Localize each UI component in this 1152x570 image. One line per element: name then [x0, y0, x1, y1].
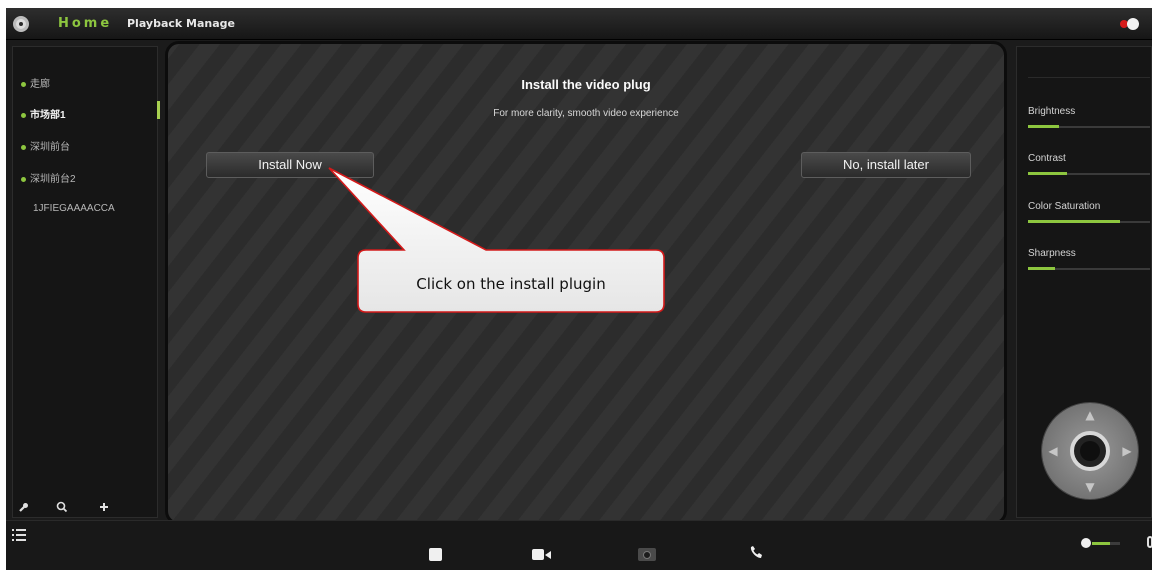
volume-icon[interactable]: [1081, 538, 1091, 548]
install-now-button[interactable]: Install Now: [206, 152, 374, 178]
device-label: 深圳前台: [30, 142, 70, 153]
brightness-label: Brightness: [1028, 106, 1076, 117]
clip-icon[interactable]: [1147, 536, 1152, 548]
panel-divider: [1028, 77, 1150, 78]
settings-icon[interactable]: [1127, 18, 1139, 30]
contrast-slider[interactable]: [1028, 172, 1150, 175]
snapshot-icon[interactable]: [638, 548, 656, 561]
volume-control[interactable]: [1081, 538, 1129, 552]
arrow-down-icon[interactable]: ▼: [1084, 481, 1096, 493]
sharpness-label: Sharpness: [1028, 248, 1076, 259]
nav-home[interactable]: Home: [58, 16, 112, 31]
record-icon[interactable]: [532, 548, 552, 561]
wrench-icon[interactable]: [16, 501, 32, 517]
plugin-title: Install the video plug: [521, 77, 651, 92]
window-controls[interactable]: [1120, 18, 1144, 30]
device-item[interactable]: 1JFIEGAAAACCA: [33, 203, 115, 214]
app-logo-icon: [13, 16, 29, 32]
device-toolbar: [12, 501, 158, 521]
device-item[interactable]: 深圳前台: [21, 138, 70, 153]
ptz-center-button[interactable]: [1070, 431, 1110, 471]
saturation-slider[interactable]: [1028, 220, 1150, 223]
stop-icon[interactable]: [429, 548, 442, 561]
saturation-label: Color Saturation: [1028, 201, 1101, 212]
saturation-fill: [1028, 220, 1120, 223]
zoom-in-icon[interactable]: [54, 501, 70, 517]
callout-text: Click on the install plugin: [416, 275, 606, 293]
device-label: 深圳前台2: [30, 174, 76, 185]
online-dot-icon: [21, 112, 26, 118]
plugin-subtitle: For more clarity, smooth video experienc…: [493, 108, 679, 119]
nav-playback-manage[interactable]: Playback Manage: [127, 17, 235, 30]
volume-fill: [1092, 542, 1111, 545]
menu-icon[interactable]: [12, 529, 26, 541]
bottom-toolbar: [6, 520, 1152, 570]
device-list-panel: 走廊 市场部1 深圳前台 深圳前台2 1JFIEGAAAACCA: [12, 46, 160, 518]
plus-icon[interactable]: [96, 501, 112, 517]
online-dot-icon: [21, 176, 26, 182]
arrow-left-icon[interactable]: ◀: [1047, 445, 1059, 457]
device-label: 市场部1: [30, 110, 66, 121]
brightness-slider[interactable]: [1028, 125, 1150, 128]
brightness-fill: [1028, 125, 1059, 128]
ptz-control: ▲ ▼ ◀ ▶: [1042, 403, 1138, 499]
selection-indicator: [157, 101, 160, 119]
arrow-right-icon[interactable]: ▶: [1121, 445, 1133, 457]
sharpness-slider[interactable]: [1028, 267, 1150, 270]
arrow-up-icon[interactable]: ▲: [1084, 409, 1096, 421]
volume-slider[interactable]: [1092, 542, 1120, 545]
online-dot-icon: [21, 144, 26, 150]
online-dot-icon: [21, 81, 26, 87]
contrast-fill: [1028, 172, 1068, 175]
talk-icon[interactable]: [748, 545, 764, 561]
sharpness-fill: [1028, 267, 1055, 270]
device-item[interactable]: 市场部1: [21, 106, 66, 121]
device-item[interactable]: 走廊: [21, 75, 50, 90]
device-item[interactable]: 深圳前台2: [21, 170, 76, 185]
install-later-button[interactable]: No, install later: [801, 152, 971, 178]
device-label: 走廊: [30, 79, 50, 90]
top-bar: Home Playback Manage: [6, 8, 1152, 40]
device-label: 1JFIEGAAAACCA: [33, 203, 115, 214]
contrast-label: Contrast: [1028, 153, 1066, 164]
